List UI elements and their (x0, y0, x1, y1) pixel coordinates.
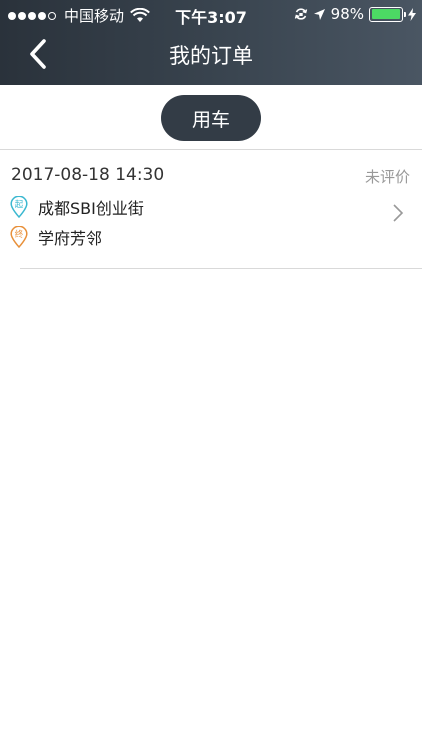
battery-fill (371, 9, 400, 19)
battery-percent: 98% (330, 5, 364, 23)
end-pin-icon: 终 (10, 226, 28, 248)
charging-bolt-icon (408, 7, 416, 21)
status-bar: 中国移动 下午3:07 98% (0, 0, 422, 28)
page-title: 我的订单 (169, 44, 253, 68)
end-location-row: 终 学府芳邻 (10, 225, 102, 249)
rotation-lock-icon (294, 8, 307, 20)
chevron-right-icon (393, 204, 404, 222)
order-datetime: 2017-08-18 14:30 (11, 165, 165, 185)
order-status: 未评价 (364, 168, 410, 186)
battery-icon (369, 6, 406, 22)
end-pin-label: 终 (15, 229, 24, 240)
start-location-row: 起 成都SBI创业街 (10, 195, 144, 219)
end-location: 学府芳邻 (38, 229, 103, 248)
start-location: 成都SBI创业街 (38, 199, 144, 218)
start-pin-icon: 起 (10, 196, 28, 218)
divider (20, 268, 422, 269)
app-header: 中国移动 下午3:07 98% 我的订单 (0, 0, 422, 85)
order-list-item[interactable]: 2017-08-18 14:30 未评价 起 成都SBI创业街 终 学府芳邻 (0, 151, 422, 270)
status-right: 98% (294, 5, 416, 23)
location-arrow-icon (313, 8, 325, 20)
category-tab-bar: 用车 (0, 85, 422, 150)
start-pin-label: 起 (15, 200, 24, 210)
tab-car[interactable]: 用车 (161, 95, 261, 141)
